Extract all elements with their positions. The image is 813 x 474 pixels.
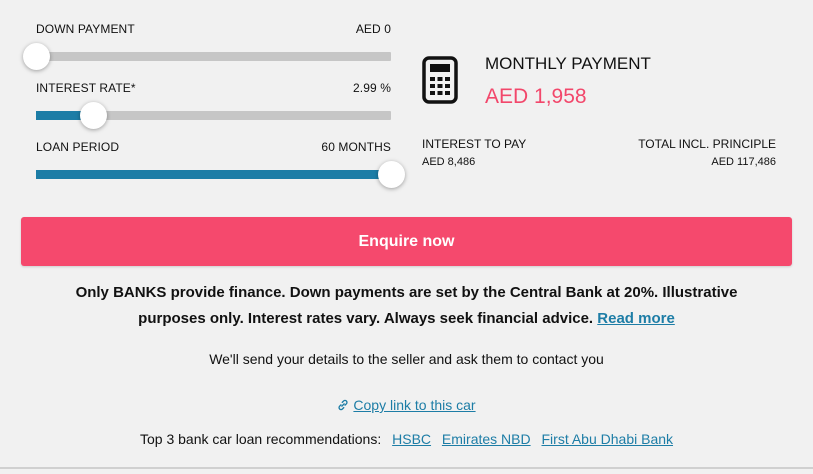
copy-link-row: Copy link to this car [0, 397, 813, 413]
interest-rate-slider-thumb[interactable] [80, 102, 107, 129]
down-payment-slider-group: DOWN PAYMENT AED 0 [23, 22, 391, 70]
finance-calculator: DOWN PAYMENT AED 0 INTEREST RATE* 2.99 %… [0, 0, 813, 474]
interest-to-pay-label: INTEREST TO PAY [422, 137, 527, 151]
enquire-now-button[interactable]: Enquire now [21, 217, 792, 266]
loan-period-value: 60 MONTHS [321, 140, 391, 154]
bottom-divider [0, 467, 813, 469]
loan-period-slider[interactable] [36, 161, 405, 188]
interest-rate-value: 2.99 % [353, 81, 391, 95]
down-payment-label: DOWN PAYMENT [36, 22, 135, 36]
bank-link-first-abu-dhabi-bank[interactable]: First Abu Dhabi Bank [542, 431, 674, 447]
recommendations-label: Top 3 bank car loan recommendations: [139, 431, 382, 447]
send-details-note: We'll send your details to the seller an… [209, 351, 604, 367]
bank-link-hsbc[interactable]: HSBC [392, 431, 431, 447]
down-payment-slider[interactable] [23, 43, 391, 70]
total-incl-principle-label: TOTAL INCL. PRINCIPLE [638, 137, 776, 151]
bank-recommendations: Top 3 bank car loan recommendations: HSB… [0, 431, 813, 447]
interest-rate-slider-group: INTEREST RATE* 2.99 % [36, 81, 391, 129]
interest-rate-label: INTEREST RATE* [36, 81, 136, 95]
link-icon [338, 399, 348, 411]
down-payment-value: AED 0 [355, 22, 391, 36]
bank-link-emirates-nbd[interactable]: Emirates NBD [442, 431, 531, 447]
calculator-icon [422, 56, 458, 104]
read-more-link[interactable]: Read more [597, 310, 675, 327]
loan-period-label: LOAN PERIOD [36, 140, 120, 154]
finance-disclaimer: Only BANKS provide finance. Down payment… [40, 280, 773, 332]
interest-rate-slider[interactable] [36, 102, 391, 129]
total-incl-principle-value: AED 117,486 [711, 156, 776, 168]
loan-period-slider-group: LOAN PERIOD 60 MONTHS [36, 140, 405, 188]
interest-to-pay-value: AED 8,486 [422, 156, 476, 168]
copy-link-button[interactable]: Copy link to this car [353, 397, 475, 413]
loan-period-slider-thumb[interactable] [378, 161, 405, 188]
down-payment-slider-thumb[interactable] [23, 43, 50, 70]
monthly-payment-label: MONTHLY PAYMENT [485, 54, 651, 73]
monthly-payment-value: AED 1,958 [485, 85, 587, 108]
loan-period-slider-fill [36, 170, 391, 179]
